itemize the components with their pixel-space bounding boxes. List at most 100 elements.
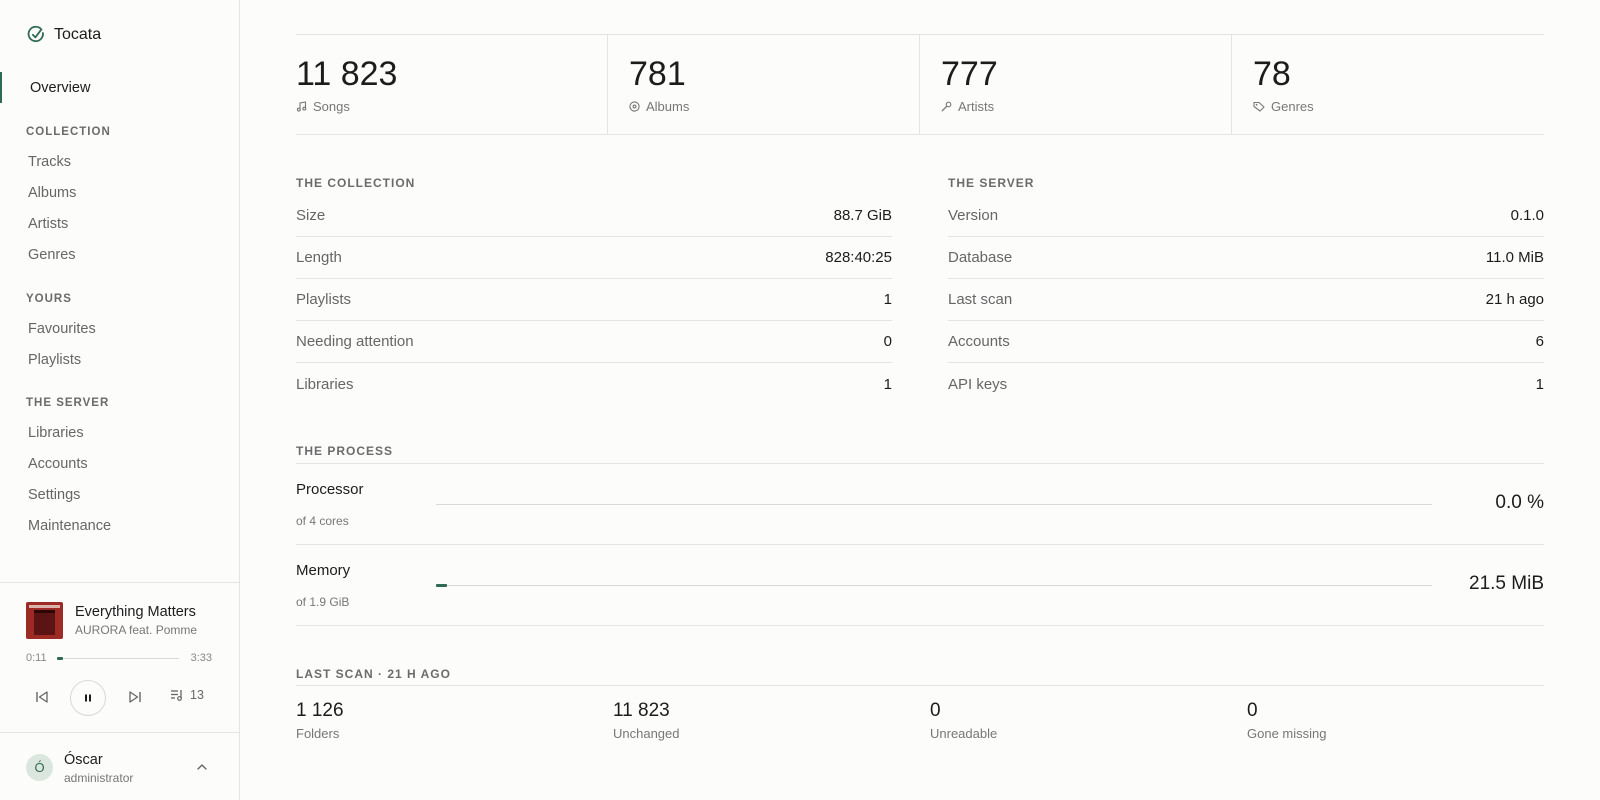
row-value: 828:40:25 — [825, 249, 892, 266]
stat-label-text: Artists — [958, 99, 995, 114]
sidebar-item-libraries[interactable]: Libraries — [28, 422, 84, 444]
scan-value: 0 — [930, 700, 941, 721]
overview-page: 11 823 Songs 781 Albums 777 Artists 78 G… — [296, 0, 1544, 800]
server-row-database: Database 11.0 MiB — [948, 237, 1544, 279]
process-value: 21.5 MiB — [1469, 573, 1544, 594]
brand[interactable]: Tocata — [26, 25, 101, 45]
collection-row-size: Size 88.7 GiB — [296, 195, 892, 237]
process-name: Processor — [296, 481, 364, 498]
sidebar-item-genres[interactable]: Genres — [28, 244, 76, 266]
process-title: THE PROCESS — [296, 444, 394, 458]
avatar: Ó — [26, 754, 53, 781]
sidebar-item-settings[interactable]: Settings — [28, 484, 80, 506]
disc-icon — [629, 101, 640, 112]
collection-row-libraries[interactable]: Libraries 1 — [296, 363, 892, 405]
scan-label: Unchanged — [613, 726, 680, 741]
sidebar-item-artists[interactable]: Artists — [28, 213, 68, 235]
seek-bar-fill — [57, 657, 64, 660]
row-key: Accounts — [948, 333, 1010, 350]
sidebar-item-albums[interactable]: Albums — [28, 182, 76, 204]
server-row-accounts[interactable]: Accounts 6 — [948, 321, 1544, 363]
divider — [296, 685, 1544, 686]
row-value: 6 — [1535, 333, 1544, 350]
next-button[interactable] — [127, 689, 143, 705]
track-artist[interactable]: AURORA feat. Pomme — [75, 623, 197, 637]
stat-label-text: Genres — [1271, 99, 1314, 114]
row-key: Playlists — [296, 291, 352, 308]
skip-previous-icon — [36, 691, 48, 703]
pause-button[interactable] — [70, 680, 106, 716]
queue-button[interactable]: 13 — [170, 688, 204, 702]
row-key: Length — [296, 249, 342, 266]
stat-genres[interactable]: 78 Genres — [1232, 35, 1544, 134]
chevron-up-icon[interactable] — [195, 760, 209, 774]
scan-value: 1 126 — [296, 700, 344, 721]
album-cover[interactable] — [26, 602, 63, 639]
sidebar-section-yours: YOURS — [26, 293, 72, 305]
sidebar-item-playlists[interactable]: Playlists — [28, 349, 81, 371]
row-value: 11.0 MiB — [1485, 249, 1544, 266]
previous-button[interactable] — [34, 689, 50, 705]
server-row-api-keys[interactable]: API keys 1 — [948, 363, 1544, 405]
stat-label-text: Songs — [313, 99, 350, 114]
row-value: 88.7 GiB — [833, 207, 892, 224]
user-menu[interactable]: Ó Óscar administrator — [0, 732, 239, 800]
track-title[interactable]: Everything Matters — [75, 604, 196, 620]
album-cover-art-center — [34, 610, 55, 635]
scan-label: Folders — [296, 726, 340, 741]
seek-bar[interactable] — [57, 657, 179, 660]
server-row-version: Version 0.1.0 — [948, 195, 1544, 237]
process-sub: of 1.9 GiB — [296, 595, 350, 609]
stat-songs[interactable]: 11 823 Songs — [296, 35, 608, 134]
sidebar-item-overview[interactable]: Overview — [0, 72, 239, 103]
queue-icon — [171, 690, 182, 701]
row-key: API keys — [948, 375, 1008, 393]
duration-time: 3:33 — [190, 652, 212, 664]
memory-meter — [436, 584, 1432, 587]
last-scan-title: LAST SCAN · 21 H AGO — [296, 667, 451, 681]
row-key: Version — [948, 207, 999, 224]
stat-label-albums: Albums — [629, 99, 689, 114]
row-value: 21 h ago — [1485, 291, 1544, 308]
process-row-processor: Processor of 4 cores 0.0 % — [296, 464, 1544, 545]
memory-meter-fill — [436, 584, 447, 587]
microphone-icon — [941, 101, 952, 112]
stat-label-songs: Songs — [296, 99, 350, 114]
row-value: 1 — [883, 291, 892, 308]
stat-value: 781 — [629, 55, 686, 93]
tag-icon — [1253, 101, 1265, 112]
process-row-memory: Memory of 1.9 GiB 21.5 MiB — [296, 545, 1544, 626]
row-value: 1 — [1535, 375, 1544, 393]
skip-next-icon — [129, 691, 141, 703]
scan-value: 11 823 — [613, 700, 670, 721]
stats-row: 11 823 Songs 781 Albums 777 Artists 78 G… — [296, 34, 1544, 135]
collection-row-needing-attention[interactable]: Needing attention 0 — [296, 321, 892, 363]
stat-albums[interactable]: 781 Albums — [608, 35, 920, 134]
queue-count: 13 — [190, 688, 204, 702]
stat-value: 11 823 — [296, 55, 398, 93]
sidebar-item-maintenance[interactable]: Maintenance — [28, 515, 111, 537]
process-sub: of 4 cores — [296, 514, 349, 528]
now-playing: Everything Matters AURORA feat. Pomme 0:… — [0, 582, 239, 732]
scan-unchanged: 11 823 Unchanged — [613, 700, 680, 741]
sidebar-item-favourites[interactable]: Favourites — [28, 318, 96, 340]
row-key: Database — [948, 249, 1013, 266]
stat-artists[interactable]: 777 Artists — [920, 35, 1232, 134]
sidebar: Tocata Overview COLLECTION Tracks Albums… — [0, 0, 240, 800]
collection-row-playlists[interactable]: Playlists 1 — [296, 279, 892, 321]
process-value: 0.0 % — [1495, 492, 1544, 513]
sidebar-item-tracks[interactable]: Tracks — [28, 151, 71, 173]
album-cover-art — [29, 605, 60, 608]
stat-value: 777 — [941, 55, 998, 93]
sidebar-item-accounts[interactable]: Accounts — [28, 453, 88, 475]
app-name: Tocata — [54, 26, 102, 43]
sidebar-section-the-server: THE SERVER — [26, 397, 110, 409]
row-key: Needing attention — [296, 333, 414, 350]
scan-value: 0 — [1247, 700, 1258, 721]
collection-row-length: Length 828:40:25 — [296, 237, 892, 279]
row-value: 1 — [883, 375, 892, 393]
user-role: administrator — [64, 771, 134, 785]
elapsed-time: 0:11 — [26, 652, 47, 664]
scan-gone-missing: 0 Gone missing — [1247, 700, 1326, 741]
row-key: Last scan — [948, 291, 1013, 308]
